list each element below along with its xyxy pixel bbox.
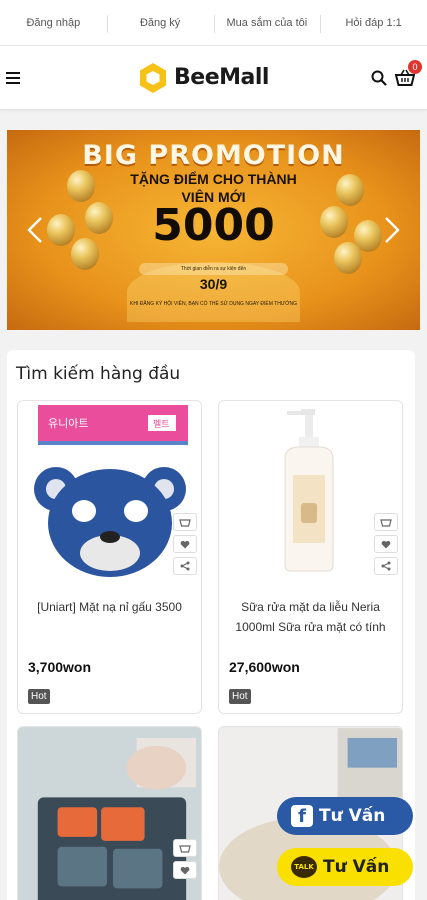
chevron-left-icon[interactable] [25, 216, 45, 244]
hexagon-logo-icon [140, 62, 167, 93]
my-shopping-link[interactable]: Mua sắm của tôi [213, 14, 321, 33]
chevron-right-icon[interactable] [382, 216, 402, 244]
product-image[interactable] [219, 401, 402, 581]
facebook-consult-label: Tư Vấn [319, 806, 386, 826]
product-card[interactable]: Sữa rửa mặt da liễu Neria 1000ml Sữa rửa… [218, 400, 403, 714]
product-price: 3,700won [28, 659, 92, 675]
section-title: Tìm kiếm hàng đầu [16, 364, 181, 384]
login-link[interactable]: Đăng nhập [0, 17, 107, 29]
banner-footer: KHI ĐĂNG KÝ HỘI VIÊN, BẠN CÓ THỂ SỬ DỤNG… [130, 301, 297, 307]
kakaotalk-icon: TALK [291, 856, 317, 878]
share-icon[interactable] [173, 557, 197, 575]
bear-mask-image: 유니아트 펠트 [33, 405, 188, 577]
product-image[interactable]: 유니아트 펠트 [18, 401, 201, 581]
add-to-cart-icon[interactable] [374, 513, 398, 531]
hamburger-icon[interactable] [6, 71, 20, 84]
register-link[interactable]: Đăng ký [106, 14, 214, 33]
promo-banner[interactable]: BIG PROMOTION TẶNG ĐIỂM CHO THÀNH VIÊN M… [7, 130, 420, 330]
product-name[interactable]: [Uniart] Mặt nạ nỉ gấu 3500 [18, 581, 201, 645]
add-to-cart-icon[interactable] [173, 513, 197, 531]
banner-title: BIG PROMOTION [82, 140, 345, 171]
kakaotalk-consult-label: Tư Vấn [323, 857, 390, 877]
product-price: 27,600won [229, 659, 300, 675]
facebook-icon: f [291, 805, 313, 827]
svg-text:펠트: 펠트 [153, 418, 170, 429]
banner-note: Thời gian diễn ra sự kiện đến [139, 263, 288, 275]
cleanser-bottle-image [284, 409, 333, 572]
search-icon[interactable] [371, 70, 387, 86]
product-image[interactable] [18, 727, 201, 900]
kakaotalk-consult-button[interactable]: TALK Tư Vấn [277, 848, 413, 886]
heart-icon[interactable] [374, 535, 398, 553]
add-to-cart-icon[interactable] [173, 839, 197, 857]
heart-icon[interactable] [173, 535, 197, 553]
qa-link[interactable]: Hỏi đáp 1:1 [320, 14, 427, 33]
cart-count-badge: 0 [408, 59, 422, 74]
share-icon[interactable] [374, 557, 398, 575]
logo-text: BeeMall [174, 65, 269, 90]
hot-badge: Hot [229, 689, 251, 704]
facebook-consult-button[interactable]: f Tư Vấn [277, 797, 413, 835]
cart-button[interactable]: 0 [394, 59, 422, 87]
header: BeeMall 0 [0, 46, 427, 110]
top-nav: Đăng nhập Đăng ký Mua sắm của tôi Hỏi đá… [0, 0, 427, 46]
product-name[interactable]: Sữa rửa mặt da liễu Neria 1000ml Sữa rửa… [219, 581, 402, 645]
banner-date: 30/9 [199, 276, 228, 292]
svg-text:유니아트: 유니아트 [48, 417, 88, 430]
product-card[interactable]: 유니아트 펠트 [Uniart] Mặt nạ nỉ gấu 3500 3,70… [17, 400, 202, 714]
heart-icon[interactable] [173, 861, 197, 879]
banner-amount: 5000 [152, 200, 275, 251]
product-card[interactable] [17, 726, 202, 900]
logo[interactable]: BeeMall [138, 62, 269, 94]
banner-subtitle-line1: TẶNG ĐIỂM CHO THÀNH [130, 171, 297, 187]
hot-badge: Hot [28, 689, 50, 704]
